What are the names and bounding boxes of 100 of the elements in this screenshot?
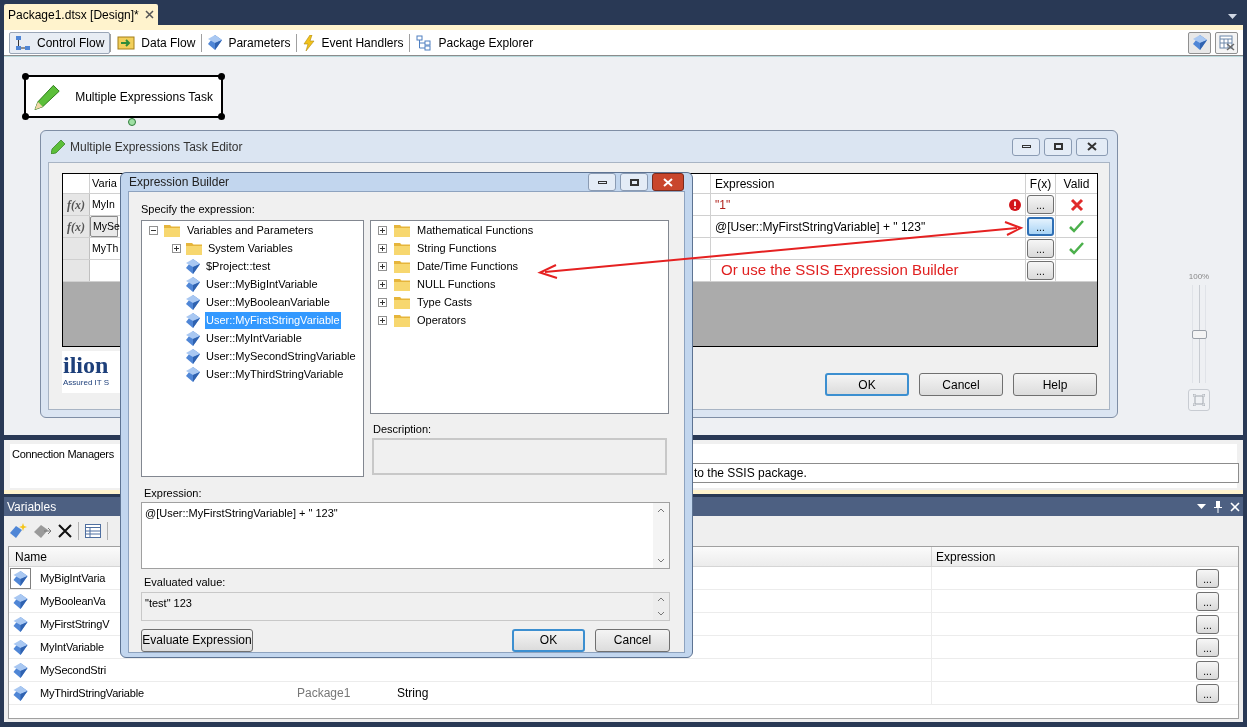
close-icon[interactable]: [144, 10, 154, 19]
tree-item[interactable]: Variables and Parameters: [186, 222, 315, 239]
column-header[interactable]: F(x): [1025, 174, 1055, 193]
row-header[interactable]: f(x): [63, 194, 90, 215]
maximize-button[interactable]: [620, 173, 648, 191]
folder-icon: [394, 296, 410, 309]
tree-item[interactable]: System Variables: [207, 240, 294, 257]
expand-icon[interactable]: [378, 262, 387, 271]
ellipsis-button[interactable]: ...: [1196, 660, 1219, 680]
toolbox-button[interactable]: [1215, 31, 1238, 54]
resize-handle[interactable]: [218, 73, 225, 80]
resize-handle[interactable]: [218, 113, 225, 120]
tree-icon: [416, 34, 433, 51]
resize-handle[interactable]: [22, 73, 29, 80]
dialog-button[interactable]: OK: [825, 373, 909, 396]
dialog-button[interactable]: Evaluate Expression: [141, 628, 253, 652]
collapse-icon[interactable]: [149, 226, 158, 235]
delete-icon[interactable]: [58, 524, 72, 538]
window-title: Multiple Expressions Task Editor: [70, 138, 243, 156]
move-variable-icon[interactable]: [34, 523, 52, 539]
zoom-slider[interactable]: [1192, 285, 1206, 383]
maximize-button[interactable]: [1044, 137, 1072, 156]
tree-item[interactable]: Mathematical Functions: [417, 222, 534, 239]
ellipsis-button[interactable]: ...: [1196, 614, 1219, 634]
ellipsis-button[interactable]: ...: [1027, 217, 1054, 236]
ellipsis-button[interactable]: ...: [1027, 239, 1054, 258]
dialog-button[interactable]: OK: [512, 628, 585, 652]
minimize-button[interactable]: [588, 173, 616, 191]
grid-options-icon[interactable]: [85, 524, 101, 538]
ellipsis-button[interactable]: ...: [1027, 195, 1054, 214]
folder-icon: [394, 278, 410, 291]
tree-item[interactable]: String Functions: [417, 240, 497, 257]
dropdown-icon[interactable]: [1197, 504, 1206, 509]
table-cell-text: MyThirdStringVariable: [40, 685, 144, 701]
annotation-text: Or use the SSIS Expression Builder: [720, 260, 959, 281]
folder-icon: [394, 314, 410, 327]
tree-item[interactable]: NULL Functions: [417, 276, 496, 293]
dropdown-icon[interactable]: [1228, 14, 1237, 19]
tree-item[interactable]: User::MyIntVariable: [205, 330, 303, 347]
expression-cell-text: "1": [715, 196, 731, 214]
connector-handle[interactable]: [128, 118, 136, 126]
designer-tab[interactable]: Control Flow: [9, 31, 111, 54]
tree-item[interactable]: Date/Time Functions: [417, 258, 519, 275]
column-header[interactable]: Expression: [931, 547, 1199, 566]
row-header[interactable]: f(x): [63, 216, 90, 237]
close-icon: [663, 177, 673, 187]
column-header[interactable]: Expression: [710, 174, 1025, 193]
folder-icon: [394, 224, 410, 237]
tree-item[interactable]: Operators: [417, 312, 466, 329]
close-button[interactable]: [1076, 137, 1108, 156]
ellipsis-button[interactable]: ...: [1196, 683, 1219, 703]
table-cell-text: String: [397, 685, 429, 702]
designer-tab[interactable]: Data Flow: [111, 31, 202, 54]
scrollbar-icon[interactable]: [653, 503, 669, 568]
variable-cell[interactable]: MyTh: [90, 238, 118, 259]
column-header[interactable]: Varia: [90, 174, 117, 193]
tree-item[interactable]: User::MyBigIntVariable: [205, 276, 319, 293]
slider-thumb[interactable]: [1192, 329, 1207, 339]
expand-icon[interactable]: [378, 316, 387, 325]
add-variable-icon[interactable]: [10, 523, 28, 539]
dialog-button[interactable]: Help: [1013, 373, 1097, 396]
connection-managers-tab[interactable]: Connection Managers: [10, 444, 116, 463]
logo-name: ilion: [63, 353, 110, 377]
task-node[interactable]: Multiple Expressions Task: [24, 75, 223, 118]
expression-field[interactable]: @[User::MyFirstStringVariable] + " 123": [141, 502, 670, 569]
folder-icon: [186, 242, 202, 255]
ellipsis-button[interactable]: ...: [1196, 637, 1219, 657]
tree-item[interactable]: Type Casts: [417, 294, 473, 311]
cube-icon: [186, 313, 200, 328]
resize-handle[interactable]: [22, 113, 29, 120]
minimize-icon: [1021, 145, 1031, 148]
ellipsis-button[interactable]: ...: [1196, 591, 1219, 611]
tree-item[interactable]: $Project::test: [205, 258, 272, 275]
expand-icon[interactable]: [172, 244, 181, 253]
ellipsis-button[interactable]: ...: [1027, 261, 1054, 280]
pencil-icon: [51, 139, 65, 154]
column-header[interactable]: Name: [9, 547, 89, 566]
minimize-button[interactable]: [1012, 137, 1040, 156]
tree-item[interactable]: User::MyBooleanVariable: [205, 294, 331, 311]
document-title: Package1.dtsx [Design]*: [8, 6, 139, 24]
parameters-button[interactable]: [1188, 31, 1211, 54]
close-button[interactable]: [652, 173, 684, 191]
tree-item[interactable]: User::MySecondStringVariable: [205, 348, 357, 365]
variable-cell[interactable]: MySe: [90, 216, 118, 237]
tree-item[interactable]: User::MyThirdStringVariable: [205, 366, 345, 383]
designer-tab[interactable]: Parameters: [202, 31, 297, 54]
document-tab[interactable]: Package1.dtsx [Design]*: [4, 4, 158, 25]
variable-cell[interactable]: MyIn: [90, 194, 118, 215]
pin-icon[interactable]: [1214, 500, 1222, 513]
dialog-button[interactable]: Cancel: [919, 373, 1003, 396]
designer-tab[interactable]: Package Explorer: [410, 31, 540, 54]
designer-tab[interactable]: Event Handlers: [297, 31, 410, 54]
expand-icon[interactable]: [378, 244, 387, 253]
ellipsis-button[interactable]: ...: [1196, 568, 1219, 588]
cube-icon: [186, 259, 200, 274]
expand-icon[interactable]: [378, 298, 387, 307]
expand-icon[interactable]: [378, 280, 387, 289]
column-header[interactable]: Valid: [1055, 174, 1097, 193]
expand-icon[interactable]: [378, 226, 387, 235]
dialog-button[interactable]: Cancel: [595, 628, 670, 652]
